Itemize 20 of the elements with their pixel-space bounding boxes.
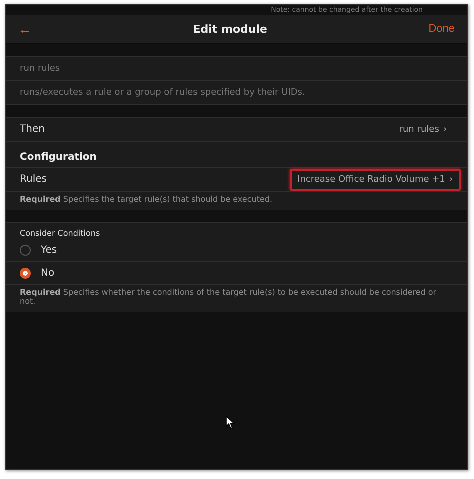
help-text: Required Specifies the target rule(s) that should be executed. — [6, 191, 467, 210]
rules-value: Increase Office Radio Volume +1 › — [290, 168, 461, 190]
row-label: Then — [20, 124, 45, 135]
radio-icon[interactable] — [20, 244, 31, 256]
help-text: Required Specifies whether the conditions of the target rule(s) to be executed should be considered or not. — [6, 284, 467, 312]
radio-option[interactable]: Yes — [6, 239, 467, 261]
row-value: run rules › — [398, 124, 448, 136]
text-field[interactable]: run rules — [6, 56, 467, 80]
done-button[interactable]: Done — [428, 23, 455, 35]
header-title: Edit module — [193, 22, 268, 36]
section-title: Configuration — [6, 142, 467, 167]
cursor-icon — [226, 416, 235, 429]
rules-row[interactable]: Rules Increase Office Radio Volume +1 › — [6, 167, 467, 191]
text-field[interactable]: runs/executes a rule or a group of rules specified by their UIDs. — [6, 80, 467, 105]
field-label: Consider Conditions — [6, 222, 467, 239]
then-row[interactable]: Then run rules › — [6, 117, 467, 142]
back-button[interactable]: ← — [18, 21, 32, 37]
radio-option[interactable]: No — [6, 261, 467, 284]
row-label: Rules — [20, 174, 47, 185]
radio-icon[interactable] — [20, 268, 31, 278]
